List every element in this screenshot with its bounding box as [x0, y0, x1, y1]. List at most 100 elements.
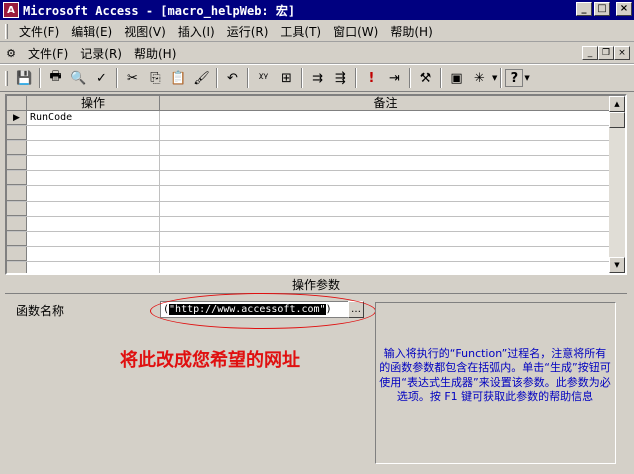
build-icon[interactable]: ⚒ [414, 67, 437, 89]
menu-tools[interactable]: 工具(T) [274, 23, 327, 40]
cut-icon[interactable]: ✂ [121, 67, 144, 89]
child-restore-button[interactable]: ❐ [598, 46, 614, 60]
row-selector[interactable] [7, 201, 27, 216]
row-selector[interactable] [7, 216, 27, 231]
maximize-button[interactable]: □ [594, 2, 610, 16]
close-button[interactable]: × [616, 2, 632, 16]
current-row-indicator[interactable]: ▶ [7, 111, 27, 126]
child-menu-help[interactable]: 帮助(H) [128, 45, 182, 62]
row-selector[interactable] [7, 186, 27, 201]
action-cell[interactable] [27, 141, 160, 156]
menu-view[interactable]: 视图(V) [118, 23, 172, 40]
scroll-down-icon[interactable]: ▼ [609, 257, 625, 273]
access-app-icon[interactable]: A [3, 2, 19, 18]
table-row[interactable] [7, 216, 611, 232]
select-all-cell[interactable] [7, 96, 27, 110]
macro-names-icon[interactable]: ᵡᵞ [252, 67, 275, 89]
comment-cell[interactable] [160, 262, 611, 273]
action-cell[interactable] [27, 201, 160, 216]
child-menu-records[interactable]: 记录(R) [74, 45, 128, 62]
database-window-icon[interactable]: ▣ [445, 67, 468, 89]
column-header-action[interactable]: 操作 [27, 96, 160, 110]
scroll-up-icon[interactable]: ▲ [609, 96, 625, 112]
action-cell[interactable]: RunCode [27, 111, 160, 126]
table-row[interactable] [7, 171, 611, 187]
toolbar-grip[interactable] [5, 70, 8, 86]
comment-cell[interactable] [160, 217, 611, 231]
action-cell[interactable] [27, 186, 160, 201]
action-cell[interactable] [27, 246, 160, 261]
comment-cell[interactable] [160, 186, 611, 200]
toolbar-separator [440, 68, 442, 88]
menu-insert[interactable]: 插入(I) [172, 23, 221, 40]
comment-cell[interactable] [160, 141, 611, 155]
menu-run[interactable]: 运行(R) [221, 23, 275, 40]
delete-rows-icon[interactable]: ⇶ [329, 67, 352, 89]
conditions-icon[interactable]: ⊞ [275, 67, 298, 89]
new-object-icon[interactable]: ✳ [468, 67, 491, 89]
table-row[interactable] [7, 156, 611, 172]
copy-icon[interactable]: ⎘ [144, 67, 167, 89]
comment-cell[interactable] [160, 111, 611, 125]
paste-icon[interactable]: 📋 [167, 67, 190, 89]
action-cell[interactable] [27, 261, 160, 273]
table-row[interactable]: ▶ RunCode [7, 111, 611, 127]
menu-help[interactable]: 帮助(H) [384, 23, 438, 40]
menu-window[interactable]: 窗口(W) [327, 23, 384, 40]
table-row[interactable] [7, 201, 611, 217]
grid-rows: ▶ RunCode [7, 111, 611, 273]
menu-edit[interactable]: 编辑(E) [65, 23, 118, 40]
row-selector[interactable] [7, 261, 27, 273]
child-close-button[interactable]: × [614, 46, 630, 60]
spelling-icon[interactable]: ✓ [90, 67, 113, 89]
row-selector[interactable] [7, 126, 27, 141]
table-row[interactable] [7, 231, 611, 247]
child-minimize-button[interactable]: _ [582, 46, 598, 60]
print-icon[interactable]: 🖶 [44, 67, 67, 89]
help-panel: 输入将执行的“Function”过程名，注意将所有的函数参数都包含在括弧内。单击… [375, 302, 616, 464]
action-cell[interactable] [27, 126, 160, 141]
row-selector[interactable] [7, 231, 27, 246]
scroll-thumb[interactable] [609, 112, 625, 128]
comment-cell[interactable] [160, 247, 611, 261]
vertical-scrollbar[interactable]: ▲ ▼ [609, 96, 625, 273]
minimize-button[interactable]: _ [576, 2, 592, 16]
row-selector[interactable] [7, 246, 27, 261]
print-preview-icon[interactable]: 🔍 [67, 67, 90, 89]
help-icon[interactable]: ? [505, 69, 524, 87]
toolbar-separator [39, 68, 41, 88]
action-cell[interactable] [27, 171, 160, 186]
chevron-down-icon[interactable]: ▼ [524, 74, 529, 82]
chevron-down-icon[interactable]: ▼ [492, 74, 497, 82]
table-row[interactable] [7, 141, 611, 157]
comment-cell[interactable] [160, 232, 611, 246]
comment-cell[interactable] [160, 156, 611, 170]
comment-cell[interactable] [160, 126, 611, 140]
macro-grid: 操作 备注 ▶ RunCode ▲ ▼ [5, 94, 627, 275]
table-row[interactable] [7, 246, 611, 262]
comment-cell[interactable] [160, 202, 611, 216]
format-painter-icon[interactable]: 🖌 [190, 67, 213, 89]
toolbar-separator [355, 68, 357, 88]
comment-cell[interactable] [160, 171, 611, 185]
undo-icon[interactable]: ↶ [221, 67, 244, 89]
menu-grip[interactable] [5, 23, 8, 39]
child-menu-file[interactable]: 文件(F) [22, 45, 74, 62]
action-arguments-header: 操作参数 [5, 277, 627, 294]
action-cell[interactable] [27, 231, 160, 246]
table-row[interactable] [7, 186, 611, 202]
single-step-icon[interactable]: ⇥ [383, 67, 406, 89]
row-selector[interactable] [7, 171, 27, 186]
row-selector[interactable] [7, 141, 27, 156]
insert-rows-icon[interactable]: ⇉ [306, 67, 329, 89]
action-cell[interactable] [27, 216, 160, 231]
row-selector[interactable] [7, 156, 27, 171]
column-header-comment[interactable]: 备注 [160, 96, 611, 110]
menu-file[interactable]: 文件(F) [13, 23, 65, 40]
macro-window-icon[interactable]: ⚙ [4, 46, 18, 60]
table-row[interactable] [7, 261, 611, 273]
run-icon[interactable]: ! [360, 67, 383, 89]
action-cell[interactable] [27, 156, 160, 171]
table-row[interactable] [7, 126, 611, 142]
save-icon[interactable]: 💾 [13, 67, 36, 89]
